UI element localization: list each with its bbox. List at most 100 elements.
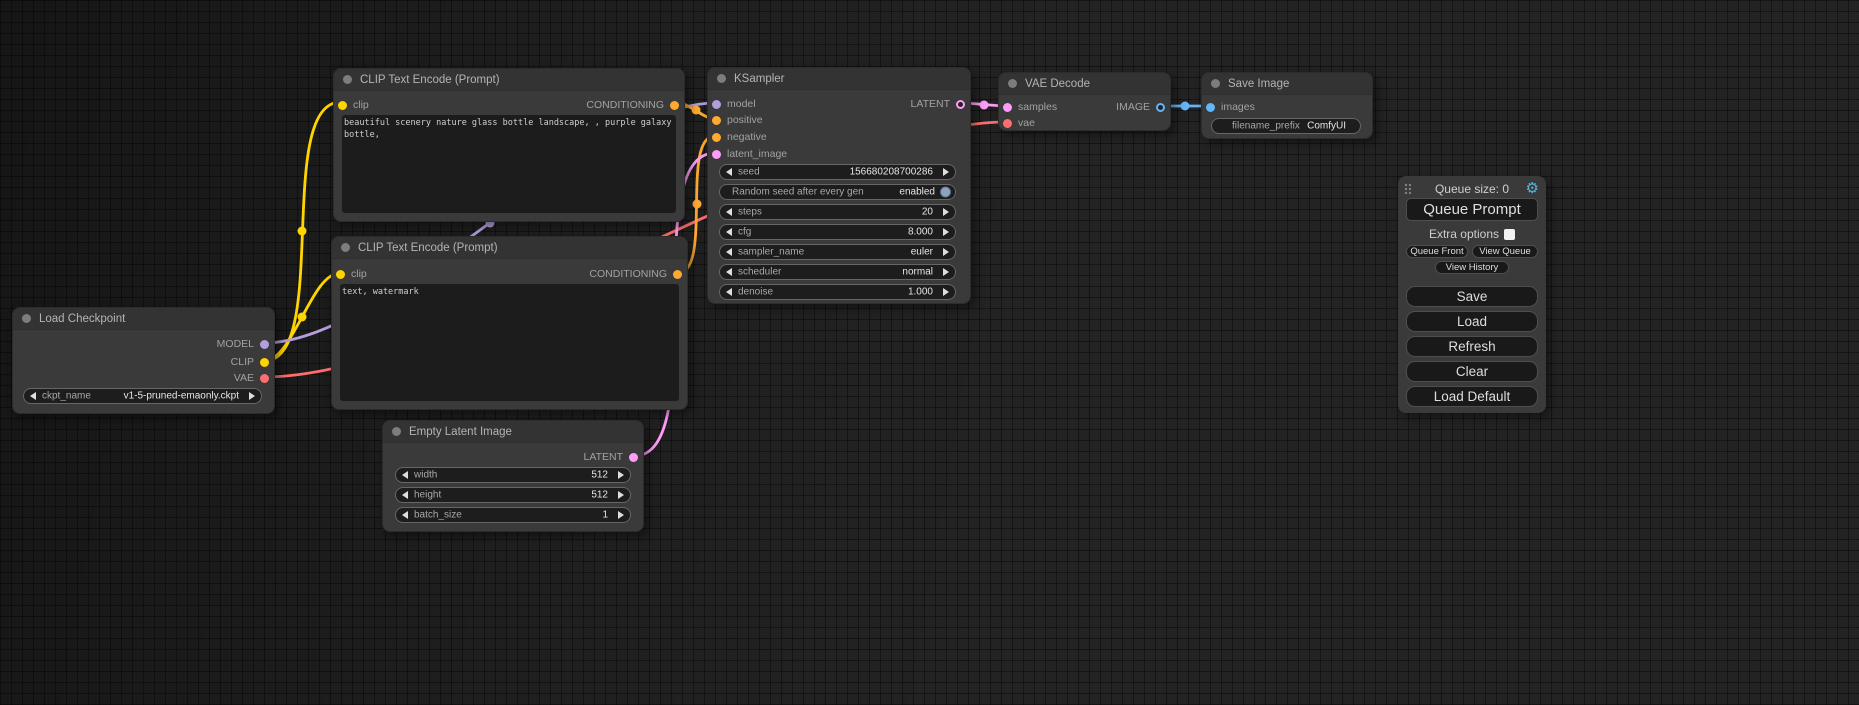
- node-ksampler[interactable]: KSampler model positive negative latent_…: [707, 67, 971, 304]
- collapse-dot-icon[interactable]: [1008, 79, 1017, 88]
- vae-slot-dot-icon[interactable]: [1003, 119, 1012, 128]
- input-slot-vae[interactable]: vae: [1003, 115, 1035, 131]
- prompt-textarea[interactable]: beautiful scenery nature glass bottle la…: [342, 115, 676, 213]
- decrement-arrow-icon[interactable]: [726, 228, 732, 236]
- prompt-textarea[interactable]: text, watermark: [340, 284, 679, 401]
- denoise-widget[interactable]: denoise 1.000: [719, 284, 956, 300]
- node-title-bar[interactable]: VAE Decode: [999, 73, 1170, 95]
- node-save-image[interactable]: Save Image images filename_prefix ComfyU…: [1201, 72, 1373, 139]
- view-history-button[interactable]: View History: [1435, 261, 1509, 274]
- load-default-button[interactable]: Load Default: [1406, 386, 1538, 407]
- node-clip-text-encode-negative[interactable]: CLIP Text Encode (Prompt) clip CONDITION…: [331, 236, 688, 410]
- toggle-circle-icon[interactable]: [940, 187, 951, 198]
- conditioning-slot-dot-icon[interactable]: [712, 133, 721, 142]
- decrement-arrow-icon[interactable]: [726, 288, 732, 296]
- decrement-arrow-icon[interactable]: [726, 208, 732, 216]
- latent-slot-dot-icon[interactable]: [629, 453, 638, 462]
- node-empty-latent-image[interactable]: Empty Latent Image LATENT width 512 heig…: [382, 420, 644, 532]
- node-title-bar[interactable]: Empty Latent Image: [383, 421, 643, 443]
- output-slot-image[interactable]: IMAGE: [1116, 99, 1165, 115]
- input-slot-latent-image[interactable]: latent_image: [712, 146, 787, 162]
- ckpt-name-widget[interactable]: ckpt_name v1-5-pruned-emaonly.ckpt: [23, 388, 262, 404]
- input-slot-model[interactable]: model: [712, 96, 756, 112]
- steps-widget[interactable]: steps 20: [719, 204, 956, 220]
- seed-widget[interactable]: seed 156680208700286: [719, 164, 956, 180]
- decrement-arrow-icon[interactable]: [402, 511, 408, 519]
- clip-slot-dot-icon[interactable]: [338, 101, 347, 110]
- sampler-name-widget[interactable]: sampler_name euler: [719, 244, 956, 260]
- input-slot-images[interactable]: images: [1206, 99, 1255, 115]
- settings-gear-icon[interactable]: ⚙: [1526, 179, 1539, 197]
- image-slot-ring-icon[interactable]: [1156, 103, 1165, 112]
- node-title-bar[interactable]: CLIP Text Encode (Prompt): [332, 237, 687, 259]
- output-slot-conditioning[interactable]: CONDITIONING: [589, 266, 682, 282]
- decrement-arrow-icon[interactable]: [726, 248, 732, 256]
- clear-button[interactable]: Clear: [1406, 361, 1538, 382]
- refresh-button[interactable]: Refresh: [1406, 336, 1538, 357]
- node-vae-decode[interactable]: VAE Decode samples vae IMAGE: [998, 72, 1171, 131]
- increment-arrow-icon[interactable]: [943, 208, 949, 216]
- output-slot-latent[interactable]: LATENT: [911, 96, 965, 112]
- filename-prefix-widget[interactable]: filename_prefix ComfyUI: [1211, 118, 1361, 134]
- node-title-bar[interactable]: Save Image: [1202, 73, 1372, 95]
- output-slot-model[interactable]: MODEL: [217, 336, 269, 352]
- increment-arrow-icon[interactable]: [249, 392, 255, 400]
- node-clip-text-encode-positive[interactable]: CLIP Text Encode (Prompt) clip CONDITION…: [333, 68, 685, 222]
- input-slot-clip[interactable]: clip: [338, 97, 369, 113]
- output-slot-clip[interactable]: CLIP: [231, 354, 269, 370]
- collapse-dot-icon[interactable]: [343, 75, 352, 84]
- collapse-dot-icon[interactable]: [392, 427, 401, 436]
- queue-front-button[interactable]: Queue Front: [1406, 245, 1468, 258]
- increment-arrow-icon[interactable]: [618, 471, 624, 479]
- node-title-bar[interactable]: KSampler: [708, 68, 970, 90]
- random-seed-widget[interactable]: Random seed after every gen enabled: [719, 184, 956, 200]
- increment-arrow-icon[interactable]: [943, 168, 949, 176]
- collapse-dot-icon[interactable]: [341, 243, 350, 252]
- queue-prompt-button[interactable]: Queue Prompt: [1406, 198, 1538, 221]
- view-queue-button[interactable]: View Queue: [1472, 245, 1538, 258]
- output-slot-latent[interactable]: LATENT: [584, 449, 638, 465]
- decrement-arrow-icon[interactable]: [726, 268, 732, 276]
- save-button[interactable]: Save: [1406, 286, 1538, 307]
- node-load-checkpoint[interactable]: Load Checkpoint MODEL CLIP VAE ckpt_name…: [12, 307, 275, 414]
- vae-slot-dot-icon[interactable]: [260, 374, 269, 383]
- increment-arrow-icon[interactable]: [943, 228, 949, 236]
- height-widget[interactable]: height 512: [395, 487, 631, 503]
- latent-slot-dot-icon[interactable]: [1003, 103, 1012, 112]
- input-slot-negative[interactable]: negative: [712, 129, 767, 145]
- decrement-arrow-icon[interactable]: [726, 168, 732, 176]
- scheduler-widget[interactable]: scheduler normal: [719, 264, 956, 280]
- graph-canvas[interactable]: Load Checkpoint MODEL CLIP VAE ckpt_name…: [0, 0, 1859, 705]
- increment-arrow-icon[interactable]: [943, 268, 949, 276]
- conditioning-slot-dot-icon[interactable]: [712, 116, 721, 125]
- extra-options-checkbox[interactable]: [1504, 229, 1515, 240]
- clip-slot-dot-icon[interactable]: [336, 270, 345, 279]
- decrement-arrow-icon[interactable]: [30, 392, 36, 400]
- node-title-bar[interactable]: Load Checkpoint: [13, 308, 274, 330]
- increment-arrow-icon[interactable]: [618, 511, 624, 519]
- decrement-arrow-icon[interactable]: [402, 491, 408, 499]
- increment-arrow-icon[interactable]: [943, 248, 949, 256]
- collapse-dot-icon[interactable]: [717, 74, 726, 83]
- clip-slot-dot-icon[interactable]: [260, 358, 269, 367]
- width-widget[interactable]: width 512: [395, 467, 631, 483]
- batch-size-widget[interactable]: batch_size 1: [395, 507, 631, 523]
- conditioning-slot-dot-icon[interactable]: [670, 101, 679, 110]
- collapse-dot-icon[interactable]: [22, 314, 31, 323]
- model-slot-dot-icon[interactable]: [260, 340, 269, 349]
- image-slot-dot-icon[interactable]: [1206, 103, 1215, 112]
- node-title-bar[interactable]: CLIP Text Encode (Prompt): [334, 69, 684, 91]
- increment-arrow-icon[interactable]: [943, 288, 949, 296]
- cfg-widget[interactable]: cfg 8.000: [719, 224, 956, 240]
- latent-slot-ring-icon[interactable]: [956, 100, 965, 109]
- output-slot-conditioning[interactable]: CONDITIONING: [586, 97, 679, 113]
- increment-arrow-icon[interactable]: [618, 491, 624, 499]
- collapse-dot-icon[interactable]: [1211, 79, 1220, 88]
- input-slot-samples[interactable]: samples: [1003, 99, 1057, 115]
- input-slot-positive[interactable]: positive: [712, 112, 763, 128]
- latent-slot-dot-icon[interactable]: [712, 150, 721, 159]
- output-slot-vae[interactable]: VAE: [234, 370, 269, 386]
- load-button[interactable]: Load: [1406, 311, 1538, 332]
- input-slot-clip[interactable]: clip: [336, 266, 367, 282]
- model-slot-dot-icon[interactable]: [712, 100, 721, 109]
